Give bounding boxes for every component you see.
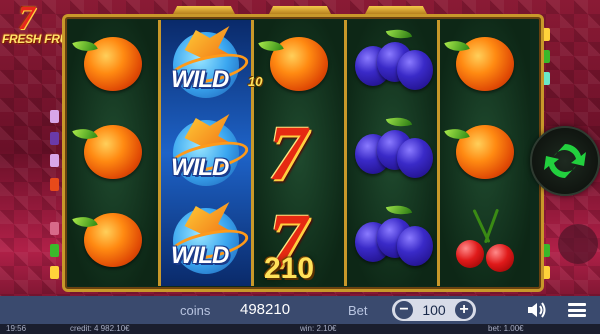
- menu-icon[interactable]: [568, 303, 586, 317]
- bet-label: Bet: [348, 303, 368, 318]
- reel-2: WILD WILD WILD: [161, 20, 251, 286]
- line-marker: [50, 154, 59, 167]
- bet-stepper: − 100 +: [392, 299, 476, 321]
- sound-icon[interactable]: [526, 301, 548, 319]
- spin-button[interactable]: [530, 126, 600, 196]
- line-marker: [50, 132, 59, 145]
- symbol-plum: [347, 108, 437, 196]
- symbol-plum: [347, 196, 437, 284]
- symbol-cherry: [440, 196, 530, 284]
- reels-frame: WILD WILD WILD 7 7: [62, 14, 544, 292]
- total-win-amount: 210: [264, 252, 315, 285]
- bet-value: 100: [422, 302, 446, 318]
- seven-label: 7: [268, 109, 307, 196]
- line-marker: [50, 110, 59, 123]
- wild-label: WILD: [171, 154, 229, 181]
- symbol-orange: [68, 196, 158, 284]
- symbol-wild: WILD: [161, 108, 251, 196]
- reel-4: [347, 20, 437, 286]
- line-marker: [50, 266, 59, 279]
- reel-5: [440, 20, 530, 286]
- symbol-orange: [68, 108, 158, 196]
- symbol-seven: 7: [254, 108, 344, 196]
- bet-increase-button[interactable]: +: [455, 301, 473, 319]
- autoplay-button[interactable]: [558, 224, 598, 264]
- symbol-orange: [68, 20, 158, 108]
- win-status: win: 2.10€: [300, 324, 337, 333]
- symbol-plum: [347, 20, 437, 108]
- refresh-icon: [544, 144, 586, 178]
- symbol-orange: [440, 20, 530, 108]
- wild-label: WILD: [171, 242, 229, 269]
- reel-3: 7 7: [254, 20, 344, 286]
- bet-status: bet: 1.00€: [488, 324, 524, 333]
- wild-label: WILD: [171, 66, 229, 93]
- credit-status: credit: 4 982.10€: [70, 324, 130, 333]
- line-marker: [50, 178, 59, 191]
- status-bar: 19:56 credit: 4 982.10€ win: 2.10€ bet: …: [0, 324, 600, 334]
- clock: 19:56: [6, 324, 27, 333]
- coins-value: 498210: [240, 301, 291, 318]
- line-marker: [50, 244, 59, 257]
- bet-decrease-button[interactable]: −: [395, 301, 413, 319]
- symbol-orange: [440, 108, 530, 196]
- symbol-wild: WILD: [161, 196, 251, 284]
- line-win-amount: 10: [248, 74, 263, 89]
- symbol-orange: [254, 20, 344, 108]
- symbol-wild: WILD: [161, 20, 251, 108]
- bottom-bar: coins 498210 Bet − 100 +: [0, 296, 600, 324]
- line-marker: [50, 222, 59, 235]
- reel-1: [68, 20, 158, 286]
- coins-label: coins: [180, 303, 211, 318]
